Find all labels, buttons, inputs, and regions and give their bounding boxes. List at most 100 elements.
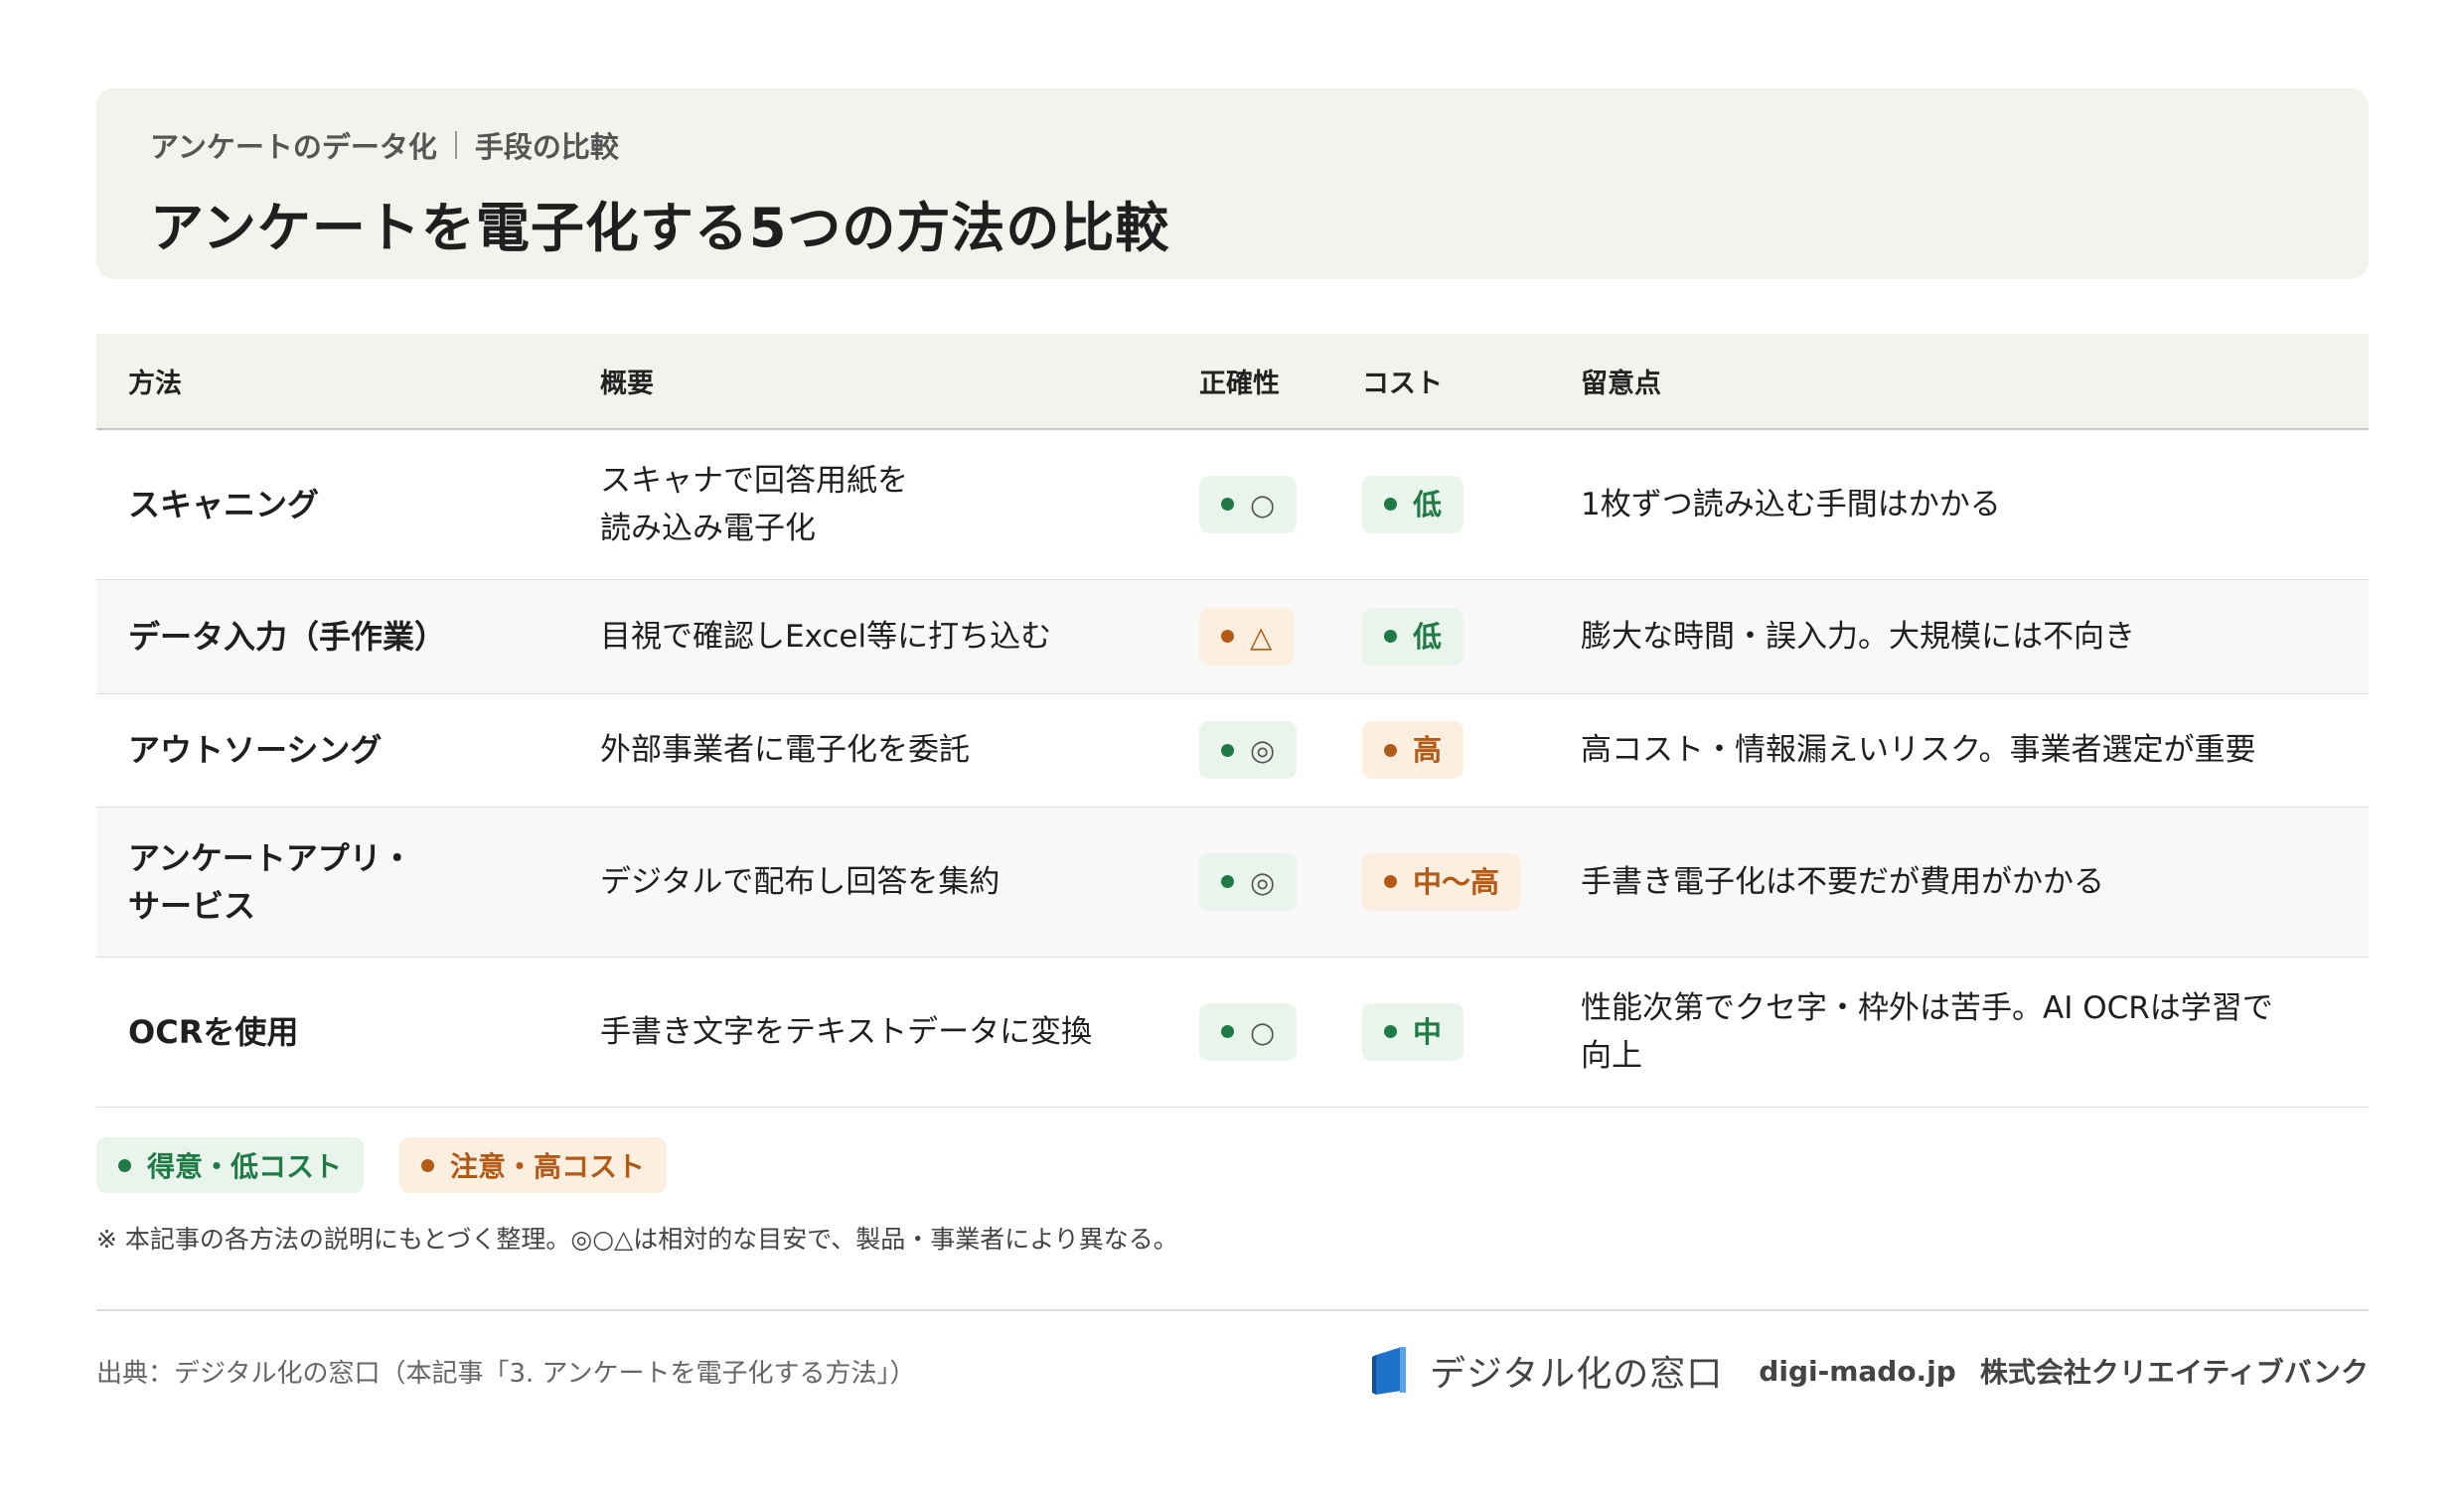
note-cell: 高コスト・情報漏えいリスク。事業者選定が重要 [1549, 693, 2369, 808]
accuracy-cell: ◎ [1167, 807, 1330, 958]
footnote: ※ 本記事の各方法の説明にもとづく整理。◎○△は相対的な目安で、製品・事業者によ… [96, 1225, 1178, 1254]
accuracy-cell: ○ [1167, 957, 1330, 1108]
table-row: アンケートアプリ・ サービス デジタルで配布し回答を集約 ◎ 中〜高 手書き電子化は不要… [96, 807, 2369, 958]
method-cell: アンケートアプリ・ サービス [96, 807, 568, 958]
green-dot-icon [1384, 630, 1397, 643]
accuracy-badge: ◎ [1199, 852, 1298, 911]
brand-block: デジタル化の窓口 digi-mado.jp 株式会社クリエイティブバンク [1370, 1343, 2369, 1399]
note-cell-text: 高コスト・情報漏えいリスク。事業者選定が重要 [1581, 732, 2256, 768]
method-cell-text: OCRを使用 [128, 1012, 299, 1051]
cost-cell: 中〜高 [1330, 807, 1549, 958]
method-cell: スキャニング [96, 429, 568, 580]
green-dot-icon [1221, 875, 1234, 888]
cost-value: 高 [1413, 733, 1443, 767]
breadcrumb-category: アンケートのデータ化 [150, 130, 437, 164]
orange-dot-icon [1384, 875, 1397, 888]
orange-dot-icon [421, 1158, 435, 1172]
cost-cell: 低 [1330, 579, 1549, 694]
comparison-table: 方法 概要 正確性 コスト 留意点 スキャニング スキャナで回答用紙を 読み込み電… [96, 334, 2369, 1108]
page-title: アンケートを電子化する5つの方法の比較 [150, 197, 1170, 259]
method-cell-text: アウトソーシング [128, 731, 383, 769]
accuracy-cell: △ [1167, 579, 1330, 694]
legend-good: 得意・低コスト [96, 1137, 365, 1193]
summary-cell-text: デジタルで配布し回答を集約 [600, 863, 1001, 900]
accuracy-value: △ [1250, 619, 1273, 654]
legend-warn-label: 注意・高コスト [450, 1150, 646, 1183]
method-cell: OCRを使用 [96, 957, 568, 1108]
green-dot-icon [1384, 498, 1397, 512]
cost-badge: 低 [1362, 607, 1464, 666]
legend-warn: 注意・高コスト [399, 1137, 668, 1193]
note-cell-text: 1枚ずつ読み込む手間はかかる [1581, 486, 2001, 522]
summary-cell-text: スキャナで回答用紙を 読み込み電子化 [600, 462, 908, 546]
company-name: 株式会社クリエイティブバンク [1979, 1356, 2369, 1389]
logo-text: デジタル化の窓口 [1430, 1354, 1724, 1395]
cost-badge: 中〜高 [1362, 852, 1522, 911]
legend-good-label: 得意・低コスト [147, 1150, 343, 1183]
cost-value: 中〜高 [1413, 864, 1500, 899]
cost-badge: 中 [1362, 1002, 1464, 1061]
column-header-accuracy: 正確性 [1167, 334, 1330, 430]
note-cell: 膨大な時間・誤入力。大規模には不向き [1549, 579, 2369, 694]
note-cell: 1枚ずつ読み込む手間はかかる [1549, 429, 2369, 580]
method-cell-text: データ入力（手作業） [128, 617, 447, 656]
breadcrumb-subcategory: 手段の比較 [474, 130, 619, 164]
method-cell-text: スキャニング [128, 485, 320, 523]
table-row: アウトソーシング 外部事業者に電子化を委託 ◎ 高 高コスト・情報漏えいリスク。事業者選… [96, 693, 2369, 808]
method-cell-text: アンケートアプリ・ サービス [128, 838, 413, 925]
summary-cell: 外部事業者に電子化を委託 [568, 693, 1167, 808]
summary-cell-text: 手書き文字をテキストデータに変換 [600, 1013, 1093, 1050]
note-cell: 性能次第でクセ字・枠外は苦手。AI OCRは学習で 向上 [1549, 957, 2369, 1108]
note-cell-text: 性能次第でクセ字・枠外は苦手。AI OCRは学習で 向上 [1581, 989, 2273, 1074]
table-row: スキャニング スキャナで回答用紙を 読み込み電子化 ○ 低 1枚ずつ読み込む手間はかかる [96, 429, 2369, 580]
legend: 得意・低コスト 注意・高コスト [96, 1137, 668, 1193]
summary-cell-text: 目視で確認しExcel等に打ち込む [600, 618, 1052, 655]
cost-badge: 低 [1362, 475, 1464, 533]
accuracy-badge: ○ [1199, 475, 1298, 533]
cost-badge: 高 [1362, 721, 1464, 779]
cost-value: 中 [1413, 1014, 1443, 1049]
accuracy-cell: ○ [1167, 429, 1330, 580]
green-dot-icon [1221, 743, 1234, 757]
summary-cell: スキャナで回答用紙を 読み込み電子化 [568, 429, 1167, 580]
accuracy-value: ◎ [1250, 864, 1276, 899]
orange-dot-icon [1221, 630, 1234, 643]
accuracy-badge: ◎ [1199, 721, 1298, 779]
column-header-note: 留意点 [1549, 334, 2369, 430]
note-cell-text: 膨大な時間・誤入力。大規模には不向き [1581, 618, 2135, 655]
column-header-method: 方法 [96, 334, 568, 430]
footer-divider [96, 1309, 2369, 1311]
breadcrumb-separator [454, 131, 457, 159]
table-header-row: 方法 概要 正確性 コスト 留意点 [96, 334, 2369, 430]
summary-cell: 目視で確認しExcel等に打ち込む [568, 579, 1167, 694]
table-row: データ入力（手作業） 目視で確認しExcel等に打ち込む △ 低 膨大な時間・誤入力。大… [96, 579, 2369, 694]
column-header-summary: 概要 [568, 334, 1167, 430]
accuracy-badge: △ [1199, 607, 1295, 666]
note-cell-text: 手書き電子化は不要だが費用がかかる [1581, 863, 2104, 900]
accuracy-value: ○ [1250, 1014, 1276, 1049]
note-cell: 手書き電子化は不要だが費用がかかる [1549, 807, 2369, 958]
green-dot-icon [1384, 1025, 1397, 1038]
summary-cell-text: 外部事業者に電子化を委託 [600, 732, 970, 768]
window-logo-icon [1372, 1347, 1407, 1395]
source-citation: 出典：デジタル化の窓口（本記事「3. アンケートを電子化する方法」） [96, 1359, 916, 1389]
table-row: OCRを使用 手書き文字をテキストデータに変換 ○ 中 性能次第でクセ字・枠外は苦手。A… [96, 957, 2369, 1108]
green-dot-icon [1221, 498, 1234, 512]
accuracy-value: ◎ [1250, 733, 1276, 767]
green-dot-icon [118, 1158, 131, 1172]
accuracy-badge: ○ [1199, 1002, 1298, 1061]
cost-cell: 高 [1330, 693, 1549, 808]
site-domain: digi-mado.jp [1759, 1354, 1956, 1388]
green-dot-icon [1221, 1025, 1234, 1038]
accuracy-value: ○ [1250, 487, 1276, 521]
accuracy-cell: ◎ [1167, 693, 1330, 808]
cost-cell: 中 [1330, 957, 1549, 1108]
cost-value: 低 [1413, 487, 1443, 521]
summary-cell: 手書き文字をテキストデータに変換 [568, 957, 1167, 1108]
method-cell: アウトソーシング [96, 693, 568, 808]
breadcrumb: アンケートのデータ化 手段の比較 [150, 124, 2315, 166]
method-cell: データ入力（手作業） [96, 579, 568, 694]
orange-dot-icon [1384, 743, 1397, 757]
header-panel: アンケートのデータ化 手段の比較 アンケートを電子化する5つの方法の比較 [96, 88, 2369, 279]
cost-value: 低 [1413, 619, 1443, 654]
